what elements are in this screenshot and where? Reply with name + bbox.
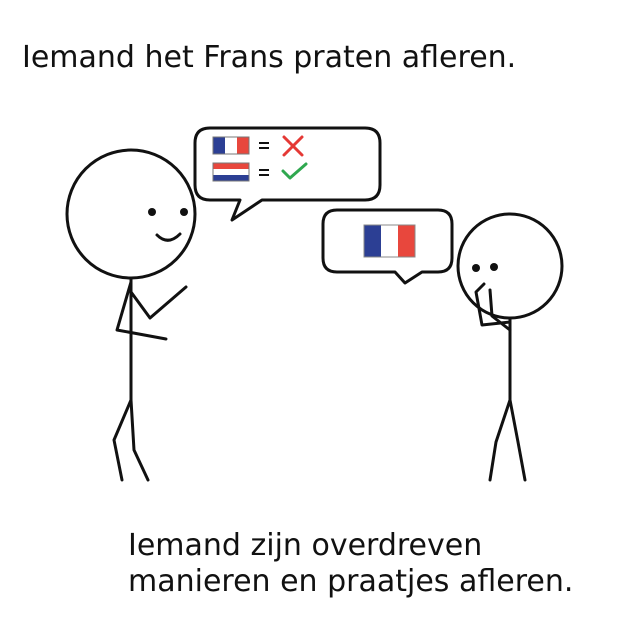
left-figure-smile — [155, 232, 182, 242]
left-figure-leg-left — [112, 398, 133, 482]
dutch-flag-icon — [212, 162, 250, 182]
equals-icon — [259, 169, 269, 176]
left-bubble-content — [212, 135, 308, 182]
bottom-caption: Iemand zijn overdreven manieren en praat… — [128, 528, 573, 600]
bottom-caption-line-1: Iemand zijn overdreven — [128, 528, 483, 563]
equals-icon — [259, 142, 269, 149]
right-stick-figure — [456, 212, 564, 482]
french-flag-icon — [363, 224, 416, 258]
bottom-caption-line-2: manieren en praatjes afleren. — [128, 564, 574, 599]
right-figure-leg-right — [508, 398, 527, 482]
french-flag-icon — [212, 136, 250, 155]
right-figure-leg-left — [488, 398, 512, 482]
left-figure-arm-right — [129, 285, 188, 320]
left-figure-leg-right — [129, 398, 150, 482]
left-figure-head — [65, 148, 197, 280]
check-icon — [281, 162, 308, 180]
cross-icon — [282, 135, 304, 157]
left-stick-figure — [65, 148, 197, 482]
